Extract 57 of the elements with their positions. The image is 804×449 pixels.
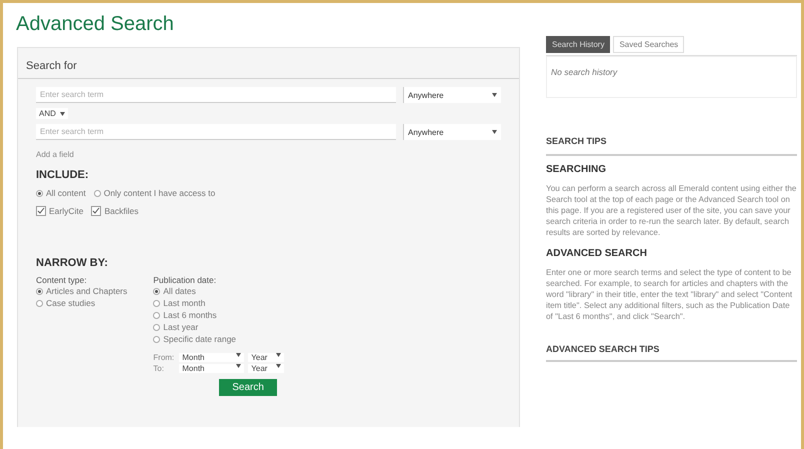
radio-button[interactable]: [153, 300, 160, 306]
month-dropdown[interactable]: Month: [179, 364, 244, 373]
radio-button[interactable]: [36, 300, 43, 306]
caret-icon: [276, 353, 282, 357]
radio-option[interactable]: Last 6 months: [153, 309, 284, 321]
tips-heading: SEARCHING: [546, 164, 608, 175]
section-heading: INCLUDE:: [36, 169, 89, 181]
tips-paragraph: You can perform a search across all Emerald content using either the Search tool at the top of each page or the Advanced Search tool on this page. If you are a registered user of the site, you can save your search criteria in order to re-run the search later. By default, search results are sorted by relevance.: [546, 183, 797, 238]
radio-option[interactable]: Last month: [153, 297, 284, 309]
radio-option[interactable]: Case studies: [36, 297, 128, 309]
checkbox-option[interactable]: Backfiles: [91, 205, 138, 217]
radio-option[interactable]: All dates: [153, 285, 284, 297]
range-label: To:: [153, 364, 165, 373]
checkbox-option[interactable]: EarlyCite: [36, 205, 84, 217]
radio-option[interactable]: All content: [36, 187, 86, 199]
radio-button[interactable]: [36, 190, 43, 196]
radio-option[interactable]: Articles and Chapters: [36, 285, 128, 297]
radio-option[interactable]: Last year: [153, 321, 284, 333]
checkbox[interactable]: [36, 206, 46, 216]
caret-icon: [236, 353, 242, 357]
filter-label: Content type:: [36, 275, 88, 285]
radio-button[interactable]: [36, 288, 43, 294]
radio-button[interactable]: [153, 312, 160, 318]
search-field[interactable]: Enter search term: [36, 124, 396, 140]
tab[interactable]: Search History: [546, 36, 610, 53]
panel-title: Search for: [18, 48, 519, 79]
tips-heading: ADVANCED SEARCH: [546, 248, 648, 259]
year-dropdown[interactable]: Year: [248, 364, 284, 373]
filter-label: Publication date:: [153, 275, 218, 285]
radio-button[interactable]: [153, 288, 160, 294]
add-field-link[interactable]: Add a field: [36, 150, 74, 159]
radio-button[interactable]: [94, 190, 101, 196]
caret-icon: [60, 112, 65, 116]
caret-icon: [492, 93, 497, 97]
section-heading: NARROW BY:: [36, 257, 108, 269]
year-dropdown[interactable]: Year: [248, 353, 284, 362]
month-dropdown[interactable]: Month: [179, 353, 244, 362]
page-title: Advanced Search: [16, 13, 174, 37]
tips-paragraph: Enter one or more search terms and select the type of content to be searched. For example, to search for articles and chapters with the word "library" in their title, enter the text "library" and select "Content item title". Select any additional filters, such as the Publication Date of "Last 6 months", and click "Search".: [546, 267, 794, 322]
tips-title: SEARCH TIPS: [546, 98, 797, 156]
operator-dropdown[interactable]: AND: [36, 108, 68, 119]
search-button[interactable]: Search: [219, 379, 277, 396]
scope-dropdown[interactable]: Anywhere: [403, 124, 501, 140]
radio-button[interactable]: [153, 324, 160, 330]
radio-button[interactable]: [153, 336, 160, 342]
radio-option[interactable]: Specific date range: [153, 333, 284, 345]
empty-message: No search history: [551, 67, 618, 77]
caret-icon: [492, 130, 497, 134]
caret-icon: [236, 364, 242, 368]
checkbox[interactable]: [91, 206, 102, 216]
scope-dropdown[interactable]: Anywhere: [403, 87, 501, 103]
caret-icon: [276, 364, 282, 368]
tips-link-title: ADVANCED SEARCH TIPS: [546, 332, 797, 362]
radio-option[interactable]: Only content I have access to: [94, 187, 216, 199]
range-label: From:: [153, 353, 176, 362]
search-field[interactable]: Enter search term: [36, 87, 396, 103]
tab[interactable]: Saved Searches: [613, 36, 684, 53]
